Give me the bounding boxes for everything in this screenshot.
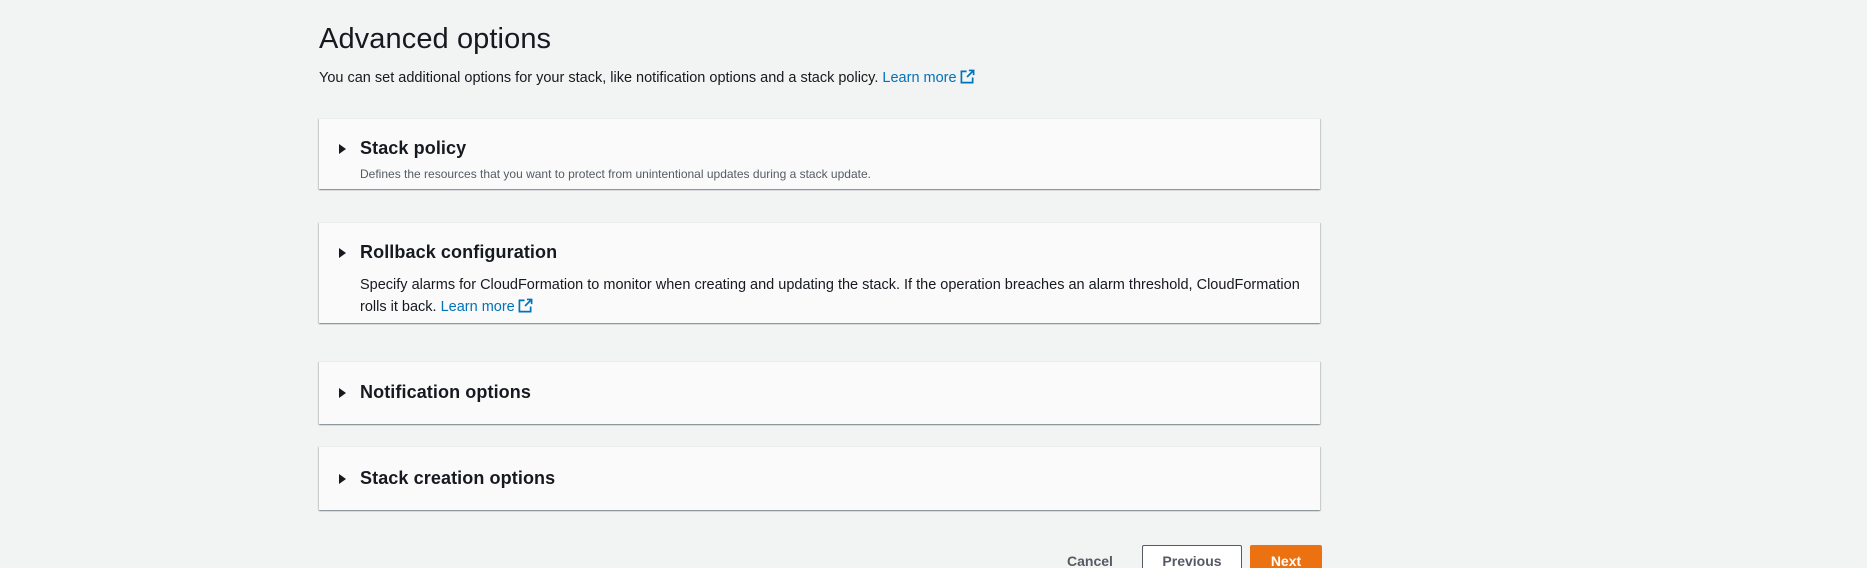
stack-creation-options-toggle[interactable]: Stack creation options [339,468,555,489]
section-description-text: You can set additional options for your … [319,70,879,86]
notification-options-panel: Notification options [319,361,1320,424]
notification-options-toggle[interactable]: Notification options [339,382,531,403]
caret-right-icon [339,143,346,154]
learn-more-label: Learn more [882,70,957,86]
caret-right-icon [339,473,346,484]
page: Advanced options You can set additional … [0,0,1867,568]
caret-right-icon [339,247,346,258]
external-link-icon [960,69,975,84]
section-description: You can set additional options for your … [319,68,1320,88]
external-link-icon [518,298,533,313]
rollback-configuration-description: Specify alarms for CloudFormation to mon… [360,274,1310,318]
stack-creation-options-title: Stack creation options [360,468,556,488]
rollback-configuration-panel: Rollback configuration Specify alarms fo… [319,222,1320,323]
page-title: Advanced options [319,23,552,55]
rollback-configuration-title: Rollback configuration [360,242,558,262]
advanced-options-section: Advanced options You can set additional … [319,20,1322,568]
notification-options-title: Notification options [360,382,531,402]
cancel-button[interactable]: Cancel [1055,545,1125,568]
next-button[interactable]: Next [1250,545,1322,568]
stack-policy-toggle[interactable]: Stack policy [339,138,466,159]
stack-creation-options-panel: Stack creation options [319,446,1320,510]
stack-policy-panel: Stack policy Defines the resources that … [319,118,1320,189]
rollback-learn-more-label: Learn more [440,299,515,315]
stack-policy-title: Stack policy [360,138,467,158]
caret-right-icon [339,387,346,398]
wizard-actions: Cancel Previous Next [319,545,1322,568]
stack-policy-description: Defines the resources that you want to p… [360,167,871,181]
rollback-learn-more-link[interactable]: Learn more [440,298,533,315]
learn-more-link[interactable]: Learn more [882,69,975,86]
previous-button[interactable]: Previous [1142,545,1242,568]
rollback-configuration-toggle[interactable]: Rollback configuration [339,242,557,263]
